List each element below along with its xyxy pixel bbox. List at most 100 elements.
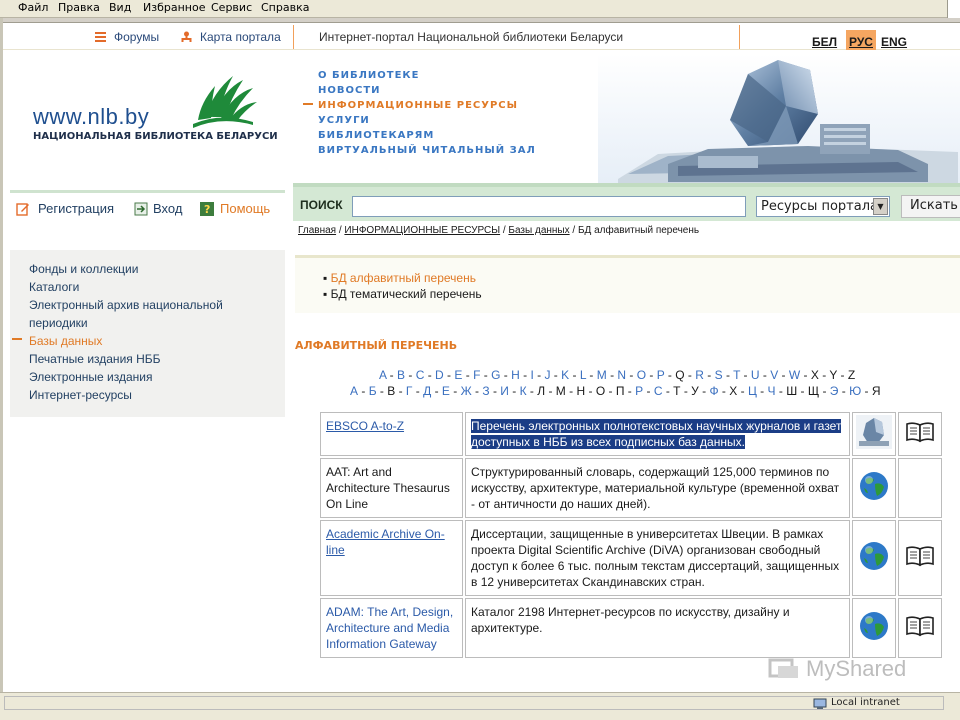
main-nav-about[interactable]: О БИБЛИОТЕКЕ (318, 70, 536, 85)
latin-letter[interactable]: K (561, 368, 569, 382)
search-button[interactable]: Искать (901, 195, 960, 218)
help-link[interactable]: Помощь (220, 201, 270, 216)
letter-separator: - (684, 368, 696, 382)
search-scope-select[interactable]: Ресурсы портала ▼ (756, 196, 890, 217)
menu-favorites[interactable]: Избранное (143, 1, 205, 14)
cyrillic-letter[interactable]: Ж (461, 384, 472, 398)
letter-separator: - (550, 368, 562, 382)
main-nav-services[interactable]: УСЛУГИ (318, 115, 536, 130)
latin-letter[interactable]: H (511, 368, 520, 382)
left-menu-databases[interactable]: Базы данных (29, 332, 285, 350)
latin-letter: Q (675, 368, 685, 382)
latin-letter[interactable]: P (657, 368, 665, 382)
letter-separator: - (797, 384, 808, 398)
letter-separator: - (680, 384, 692, 398)
database-name-link[interactable]: EBSCO A-to-Z (326, 419, 404, 433)
cyrillic-letter[interactable]: Ю (849, 384, 861, 398)
left-menu-periodicals-archive[interactable]: Электронный архив национальной периодики (29, 296, 239, 332)
cyrillic-letter[interactable]: К (520, 384, 527, 398)
latin-letter[interactable]: W (789, 368, 800, 382)
main-nav-virtual-reading-room[interactable]: ВИРТУАЛЬНЫЙ ЧИТАЛЬНЫЙ ЗАЛ (318, 145, 536, 160)
chevron-down-icon[interactable]: ▼ (873, 198, 888, 215)
login-icon (134, 202, 148, 216)
left-menu-active-marker (12, 338, 22, 340)
access-icon-cell[interactable] (852, 520, 896, 596)
database-name-link[interactable]: ADAM: The Art, Design, Architecture and … (326, 605, 453, 651)
letter-separator: - (586, 368, 597, 382)
cyrillic-letter[interactable]: Р (635, 384, 643, 398)
lang-rus-link[interactable]: РУС (846, 30, 876, 50)
menu-view[interactable]: Вид (109, 1, 131, 14)
breadcrumb-home[interactable]: Главная (298, 225, 336, 236)
site-url-logo[interactable]: www.nlb.by (33, 104, 149, 130)
latin-letter[interactable]: M (597, 368, 607, 382)
forums-link[interactable]: Форумы (114, 30, 159, 44)
latin-letter[interactable]: S (715, 368, 723, 382)
menu-edit[interactable]: Правка (58, 1, 100, 14)
register-link[interactable]: Регистрация (38, 201, 114, 216)
access-icon-cell[interactable] (852, 598, 896, 658)
cyrillic-letter: М (555, 384, 566, 398)
letter-separator: - (737, 384, 748, 398)
cyrillic-letter[interactable]: А (350, 384, 358, 398)
letter-separator: - (819, 384, 830, 398)
login-link[interactable]: Вход (153, 201, 182, 216)
portal-topbar: Форумы Карта портала Интернет-портал Нац… (3, 23, 960, 50)
menu-help[interactable]: Справка (261, 1, 309, 14)
lang-bel-link[interactable]: БЕЛ (809, 30, 840, 50)
left-menu-catalogs[interactable]: Каталоги (29, 278, 285, 296)
latin-letter[interactable]: R (695, 368, 704, 382)
letter-separator: - (412, 384, 424, 398)
book-icon-cell[interactable] (898, 520, 942, 596)
database-name-cell: AAT: Art and Architecture Thesaurus On L… (320, 458, 463, 518)
left-menu-electronic-editions[interactable]: Электронные издания (29, 368, 285, 386)
book-icon-cell[interactable] (898, 412, 942, 456)
letter-separator: - (662, 384, 674, 398)
latin-letter[interactable]: B (397, 368, 405, 382)
latin-letter[interactable]: D (435, 368, 444, 382)
letter-separator: - (861, 384, 872, 398)
latin-letter[interactable]: N (617, 368, 626, 382)
cyrillic-letter[interactable]: Д (423, 384, 431, 398)
breadcrumb: Главная / ИНФОРМАЦИОННЫЕ РЕСУРСЫ / Базы … (298, 225, 699, 236)
sub-nav: БД алфавитный перечень БД тематический п… (295, 255, 960, 313)
status-zone-label: Local intranet (831, 697, 900, 708)
cyrillic-letter[interactable]: Ч (768, 384, 776, 398)
latin-letter[interactable]: U (751, 368, 760, 382)
database-name-cell: EBSCO A-to-Z (320, 412, 463, 456)
letter-separator: - (740, 368, 751, 382)
letter-separator: - (431, 384, 442, 398)
breadcrumb-info-resources[interactable]: ИНФОРМАЦИОННЫЕ РЕСУРСЫ (344, 225, 500, 236)
book-icon-cell[interactable] (898, 598, 942, 658)
cyrillic-letter[interactable]: Б (369, 384, 377, 398)
sub-nav-alphabetical[interactable]: БД алфавитный перечень (323, 270, 960, 286)
left-menu-funds[interactable]: Фонды и коллекции (29, 260, 285, 278)
menu-file[interactable]: Файл (18, 1, 48, 14)
main-nav-librarians[interactable]: БИБЛИОТЕКАРЯМ (318, 130, 536, 145)
database-description: Перечень электронных полнотекстовых науч… (471, 419, 842, 449)
letter-separator: - (605, 384, 616, 398)
main-nav-news[interactable]: НОВОСТИ (318, 85, 536, 100)
main-nav-info-resources[interactable]: ИНФОРМАЦИОННЫЕ РЕСУРСЫ (318, 100, 536, 115)
cyrillic-letter[interactable]: Ф (709, 384, 718, 398)
search-input[interactable] (352, 196, 746, 217)
menu-tools[interactable]: Сервис (211, 1, 252, 14)
latin-letter[interactable]: O (637, 368, 646, 382)
access-icon-cell[interactable] (852, 412, 896, 456)
letter-separator: - (818, 368, 830, 382)
lang-eng-link[interactable]: ENG (878, 30, 910, 50)
left-menu-printed-editions[interactable]: Печатные издания НББ (29, 350, 285, 368)
left-menu-internet-resources[interactable]: Интернет-ресурсы (29, 386, 285, 404)
cyrillic-letter[interactable]: И (500, 384, 509, 398)
library-logo-icon (193, 76, 257, 128)
cyrillic-letter[interactable]: Е (442, 384, 450, 398)
database-name-link[interactable]: Academic Archive On-line (326, 527, 445, 557)
sub-nav-thematic[interactable]: БД тематический перечень (323, 286, 960, 302)
breadcrumb-databases[interactable]: Базы данных (508, 225, 569, 236)
access-icon-cell[interactable] (852, 458, 896, 518)
sitemap-link[interactable]: Карта портала (200, 30, 281, 44)
database-description-cell: Диссертации, защищенные в университетах … (465, 520, 850, 596)
cyrillic-letter[interactable]: Ц (748, 384, 757, 398)
cyrillic-letter[interactable]: З (482, 384, 489, 398)
svg-text:?: ? (204, 203, 210, 216)
